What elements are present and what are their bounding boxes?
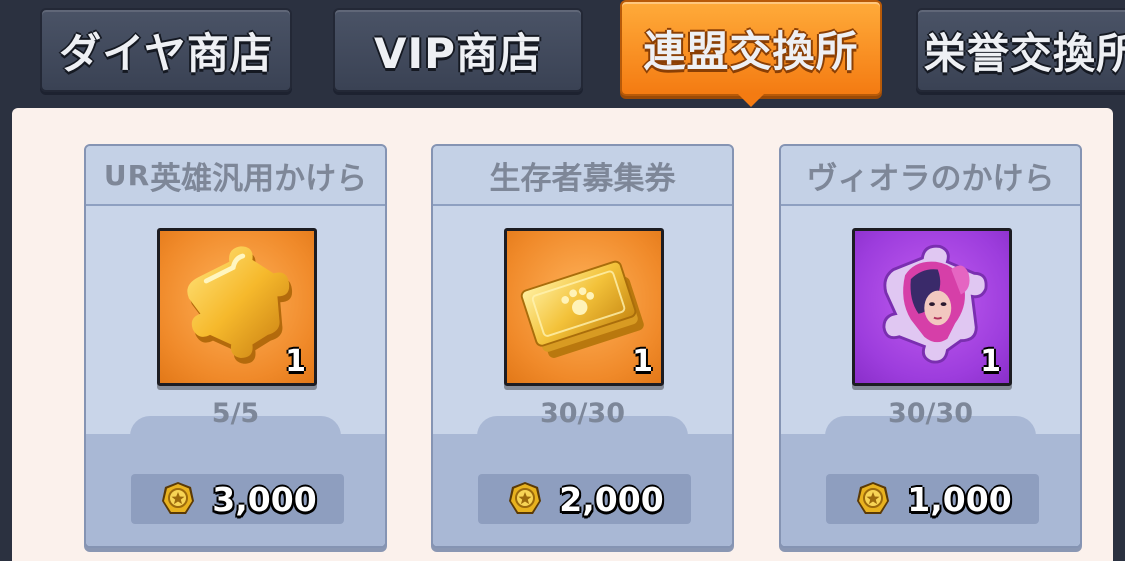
alliance-medal-icon	[509, 482, 542, 514]
item-price: 1,000	[907, 479, 1012, 519]
item-price: 3,000	[212, 479, 317, 519]
item-title: ヴィオラのかけら	[781, 146, 1080, 206]
buy-button[interactable]: 2,000	[478, 474, 691, 524]
item-quantity: 1	[632, 344, 653, 379]
buy-button[interactable]: 3,000	[131, 474, 344, 524]
item-name: 英雄汎用かけら	[150, 160, 368, 197]
shop-tab-bar: ダイヤ商店 VIP商店 連盟交換所 栄誉交換所	[0, 0, 1125, 110]
tab-honor-exchange[interactable]: 栄誉交換所	[916, 8, 1125, 92]
purchase-limit: 30/30	[539, 398, 625, 429]
rarity-prefix: UR	[103, 158, 151, 192]
active-tab-pointer	[738, 94, 764, 107]
item-icon-frame[interactable]: 1	[157, 228, 317, 386]
shop-item-card[interactable]: 生存者募集券 1 30/30 2,000	[431, 144, 734, 548]
item-title: UR 英雄汎用かけら	[86, 146, 385, 206]
tab-diamond-shop[interactable]: ダイヤ商店	[40, 8, 292, 92]
buy-button[interactable]: 1,000	[826, 474, 1039, 524]
purchase-limit: 30/30	[887, 398, 973, 429]
tab-vip-shop[interactable]: VIP商店	[333, 8, 583, 92]
item-name: ヴィオラのかけら	[806, 160, 1055, 197]
tab-label: 栄誉交換所	[924, 28, 1125, 78]
tab-alliance-exchange[interactable]: 連盟交換所	[620, 0, 882, 96]
item-quantity: 1	[980, 344, 1001, 379]
tab-label: 連盟交換所	[643, 26, 859, 76]
purchase-limit: 5/5	[211, 398, 260, 429]
item-icon-frame[interactable]: 1	[852, 228, 1012, 386]
tab-label: VIP商店	[374, 28, 542, 78]
shop-item-card[interactable]: UR 英雄汎用かけら 1 5/5 3,000	[84, 144, 387, 548]
item-icon-frame[interactable]: 1	[504, 228, 664, 386]
tab-label: ダイヤ商店	[59, 28, 273, 78]
alliance-medal-icon	[162, 482, 195, 514]
alliance-medal-icon	[857, 482, 890, 514]
item-title: 生存者募集券	[433, 146, 732, 206]
item-name: 生存者募集券	[489, 160, 676, 197]
item-quantity: 1	[285, 344, 306, 379]
shop-item-card[interactable]: ヴィオラのかけら 1 30/30 1,000	[779, 144, 1082, 548]
item-price: 2,000	[559, 479, 664, 519]
